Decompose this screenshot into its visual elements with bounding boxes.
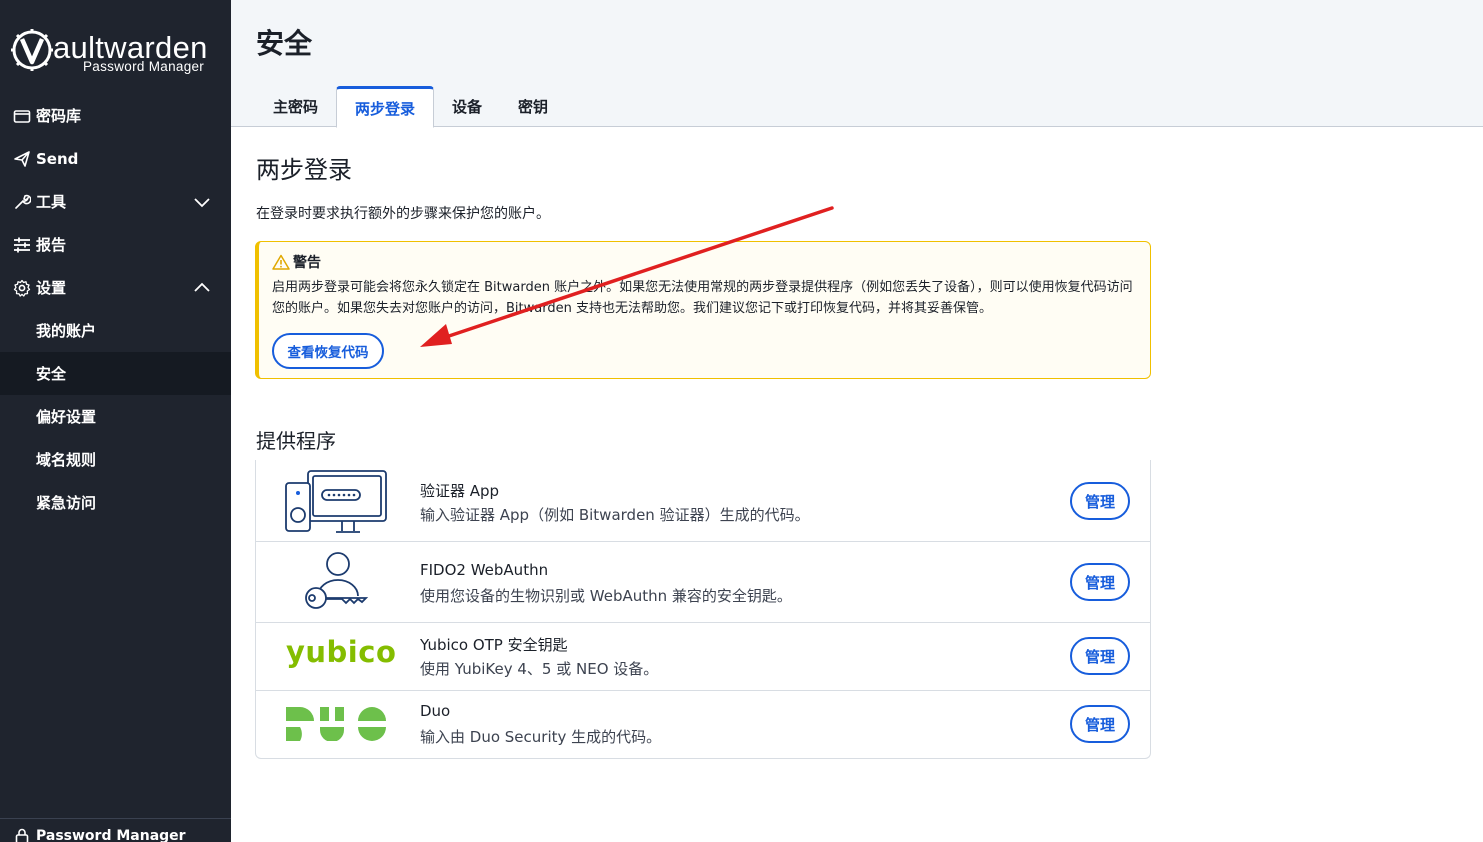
yubico-logo: yubico — [286, 635, 397, 669]
webauthn-key-icon — [305, 552, 369, 609]
sidebar-item-emergency-access[interactable]: 紧急访问 — [0, 481, 231, 524]
sidebar-item-reports[interactable]: 报告 — [0, 223, 231, 266]
provider-item-yubico: yubico Yubico OTP 安全钥匙 使用 YubiKey 4、5 或 … — [256, 622, 1150, 690]
provider-description: 输入由 Duo Security 生成的代码。 — [420, 728, 662, 746]
tab-keys[interactable]: 密钥 — [500, 86, 566, 127]
provider-name: Duo — [420, 702, 451, 720]
sidebar-item-my-account[interactable]: 我的账户 — [0, 309, 231, 352]
sidebar-item-preferences[interactable]: 偏好设置 — [0, 395, 231, 438]
sidebar-item-label: 报告 — [36, 236, 67, 254]
provider-description: 输入验证器 App（例如 Bitwarden 验证器）生成的代码。 — [420, 506, 810, 524]
sidebar-item-label: 偏好设置 — [36, 408, 97, 426]
page-header: 安全 主密码 两步登录 设备 密钥 — [231, 0, 1483, 128]
sidebar-item-label: 我的账户 — [36, 322, 97, 340]
sidebar-item-send[interactable]: Send — [0, 137, 231, 180]
chevron-down-icon — [194, 198, 210, 208]
tab-two-step-login[interactable]: 两步登录 — [336, 86, 435, 128]
provider-name: FIDO2 WebAuthn — [420, 561, 549, 579]
sliders-icon — [12, 235, 32, 255]
provider-item-webauthn: FIDO2 WebAuthn 使用您设备的生物识别或 WebAuthn 兼容的安… — [256, 541, 1150, 622]
provider-item-authenticator: 验证器 App 输入验证器 App（例如 Bitwarden 验证器）生成的代码… — [256, 460, 1150, 541]
vaultwarden-logo[interactable]: aultwarden Password Manager — [11, 26, 211, 78]
authenticator-app-icon — [285, 470, 387, 533]
sidebar-item-label: 紧急访问 — [36, 494, 97, 512]
manage-yubico-button[interactable]: 管理 — [1070, 637, 1130, 675]
warning-title-text: 警告 — [293, 255, 321, 271]
sidebar-item-label: 密码库 — [36, 107, 82, 125]
tab-devices[interactable]: 设备 — [434, 86, 500, 127]
send-icon — [12, 149, 32, 169]
page-title: 安全 — [256, 27, 313, 60]
logo-subtitle: Password Manager — [83, 59, 205, 74]
sidebar-item-label: 安全 — [36, 365, 67, 383]
tab-master-password[interactable]: 主密码 — [255, 86, 336, 127]
sidebar-item-domain-rules[interactable]: 域名规则 — [0, 438, 231, 481]
provider-name: Yubico OTP 安全钥匙 — [420, 636, 568, 654]
sidebar-item-label: Send — [36, 149, 79, 168]
provider-list: 验证器 App 输入验证器 App（例如 Bitwarden 验证器）生成的代码… — [255, 460, 1151, 759]
product-switcher-label: Password Manager — [36, 828, 186, 842]
sidebar-item-tools[interactable]: 工具 — [0, 180, 231, 223]
gear-icon — [12, 278, 32, 298]
sidebar-item-vault[interactable]: 密码库 — [0, 94, 231, 137]
warning-triangle-icon — [272, 254, 290, 270]
vaultwarden-logo-icon — [11, 29, 53, 71]
manage-webauthn-button[interactable]: 管理 — [1070, 563, 1130, 601]
provider-item-duo: Duo 输入由 Duo Security 生成的代码。 管理 — [256, 690, 1150, 758]
manage-duo-button[interactable]: 管理 — [1070, 705, 1130, 743]
warning-callout: 警告 启用两步登录可能会将您永久锁定在 Bitwarden 账户之外。如果您无法… — [255, 241, 1151, 379]
provider-description: 使用 YubiKey 4、5 或 NEO 设备。 — [420, 660, 659, 678]
provider-name: 验证器 App — [420, 482, 500, 500]
sidebar: aultwarden Password Manager 密码库 Send 工具 — [0, 0, 231, 842]
duo-logo — [286, 707, 386, 741]
providers-title: 提供程序 — [256, 429, 336, 453]
chevron-up-icon — [194, 282, 210, 292]
product-switcher[interactable]: Password Manager — [0, 818, 231, 842]
manage-authenticator-button[interactable]: 管理 — [1070, 482, 1130, 520]
section-description: 在登录时要求执行额外的步骤来保护您的账户。 — [256, 206, 550, 222]
sidebar-item-label: 域名规则 — [36, 451, 97, 469]
vault-icon — [12, 106, 32, 126]
warning-title: 警告 — [272, 252, 321, 272]
provider-description: 使用您设备的生物识别或 WebAuthn 兼容的安全钥匙。 — [420, 587, 792, 605]
wrench-icon — [12, 192, 32, 212]
sidebar-item-label: 设置 — [36, 279, 67, 297]
lock-icon — [15, 828, 29, 842]
sidebar-nav: 密码库 Send 工具 报告 设置 我的账户 安全 偏好设置 域名规则 紧急访问 — [0, 94, 231, 524]
sidebar-item-label: 工具 — [36, 193, 67, 211]
tab-bar: 主密码 两步登录 设备 密钥 — [255, 86, 566, 128]
sidebar-item-security[interactable]: 安全 — [0, 352, 231, 395]
sidebar-item-settings[interactable]: 设置 — [0, 266, 231, 309]
warning-text: 启用两步登录可能会将您永久锁定在 Bitwarden 账户之外。如果您无法使用常… — [272, 280, 1133, 316]
section-title: 两步登录 — [256, 156, 352, 184]
view-recovery-code-button[interactable]: 查看恢复代码 — [272, 333, 384, 369]
